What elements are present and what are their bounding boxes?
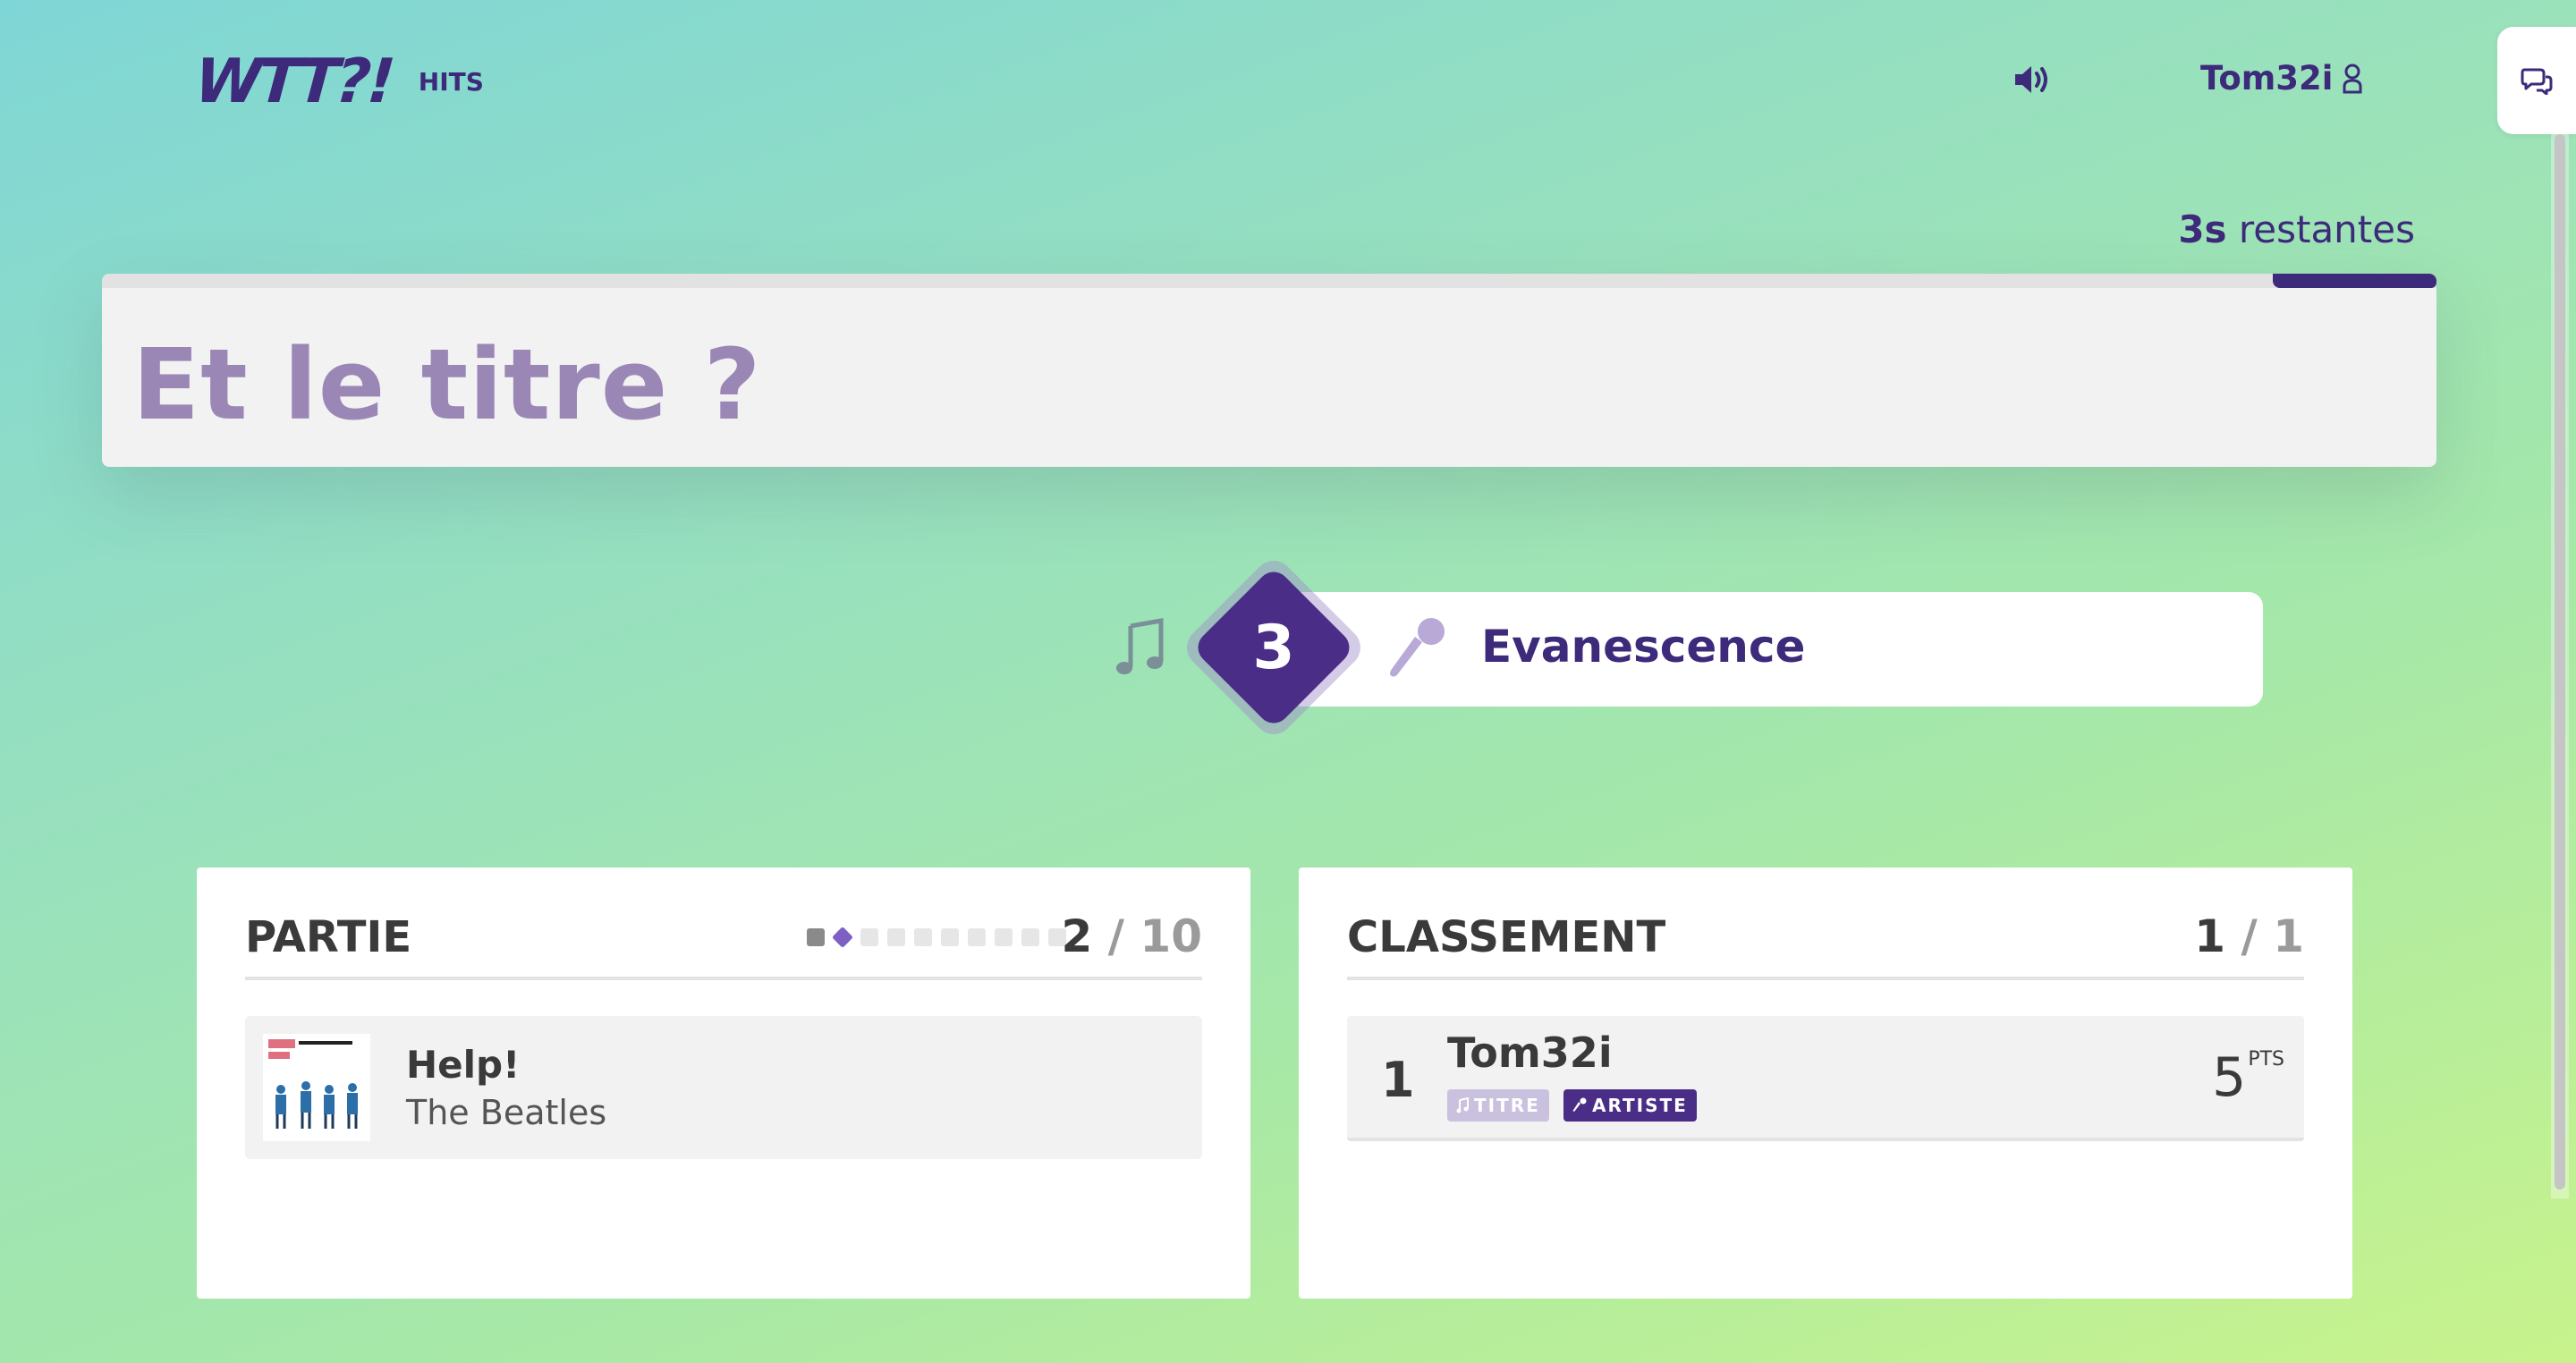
song-title: Help! (406, 1043, 521, 1087)
album-cover-image (263, 1034, 370, 1141)
timer-label: 3s restantes (2165, 207, 2415, 251)
round-progress-dot (807, 928, 825, 946)
chat-bubbles-icon (2521, 68, 2553, 95)
artist-found-badge: ARTISTE (1563, 1089, 1697, 1122)
round-progress-dot (860, 928, 878, 946)
user-icon (2343, 63, 2362, 93)
player-name: Tom32i (1447, 1029, 1613, 1077)
round-total: 10 (1140, 910, 1202, 962)
question-card: Et le titre ? (102, 274, 2436, 467)
speaker-volume-icon (2015, 66, 2047, 93)
ranking-panel-title: CLASSEMENT (1347, 912, 1666, 962)
round-counter: 2 / 10 (1062, 910, 1203, 962)
chat-toggle-button[interactable] (2497, 27, 2576, 134)
divider (1347, 977, 2304, 980)
question-text: Et le titre ? (132, 327, 762, 442)
ranking-total: 1 (2273, 910, 2304, 962)
round-number: 3 (1252, 612, 1295, 683)
round-current: 2 (1061, 910, 1093, 962)
user-menu[interactable]: Tom32i (2200, 59, 2363, 97)
ranking-counter: 1 / 1 (2194, 910, 2304, 962)
round-number-badge: 3 (1178, 552, 1369, 743)
round-progress-dot (914, 928, 932, 946)
game-panel: PARTIE 2 / 10 Help! The Beatles (197, 868, 1250, 1299)
ranking-separator: / (2241, 910, 2258, 962)
artist-badge-label: ARTISTE (1592, 1095, 1688, 1116)
round-progress-dot (995, 928, 1013, 946)
username: Tom32i (2200, 59, 2334, 97)
page-scrollbar-thumb[interactable] (2555, 134, 2565, 1189)
microphone-icon (1572, 1097, 1587, 1112)
title-found-badge: TITRE (1447, 1089, 1549, 1122)
timer-progress-track (102, 274, 2436, 288)
points-unit: PTS (2248, 1048, 2284, 1071)
ranking-row[interactable]: 1 Tom32i TITRE ARTISTE 5PTS (1347, 1016, 2304, 1141)
round-progress-dots (807, 926, 1066, 949)
ranking-panel: CLASSEMENT 1 / 1 1 Tom32i TITRE ARTISTE … (1299, 868, 2352, 1299)
music-note-icon (1116, 618, 1164, 674)
divider (245, 977, 1202, 980)
rank-position: 1 (1381, 1052, 1415, 1108)
round-progress-dot (887, 928, 905, 946)
game-mode-label: HITS (418, 67, 484, 97)
points-value: 5 (2212, 1046, 2247, 1109)
logo[interactable]: WTT?! HITS (192, 47, 484, 117)
round-separator: / (1107, 910, 1124, 962)
music-note-icon (1456, 1097, 1469, 1113)
ranking-current: 1 (2194, 910, 2226, 962)
microphone-icon (1390, 618, 1445, 677)
artist-answer: Evanescence (1481, 621, 1806, 673)
round-progress-dot (1021, 928, 1039, 946)
title-badge-label: TITRE (1474, 1095, 1540, 1116)
round-progress-dot (941, 928, 959, 946)
round-progress-dot (968, 928, 986, 946)
player-points: 5PTS (2212, 1046, 2284, 1109)
song-artist: The Beatles (406, 1093, 607, 1132)
timer-suffix: restantes (2226, 207, 2415, 251)
sound-toggle-button[interactable] (2012, 61, 2054, 98)
logo-mark: WTT?! (192, 47, 394, 117)
game-panel-title: PARTIE (245, 912, 412, 962)
timer-value: 3s (2178, 207, 2227, 251)
song-list-item[interactable]: Help! The Beatles (245, 1016, 1202, 1159)
round-progress-dot (831, 926, 854, 949)
timer-progress-fill (2273, 274, 2436, 288)
